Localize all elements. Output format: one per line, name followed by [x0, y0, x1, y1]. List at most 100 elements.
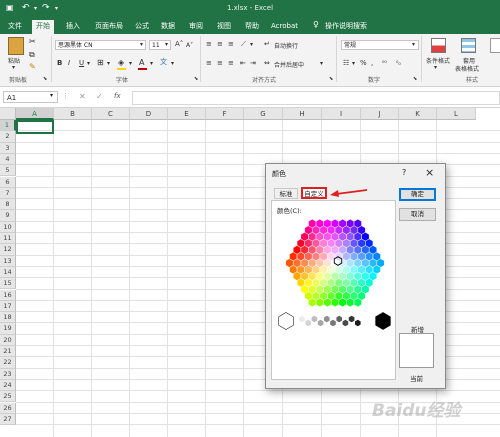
middle-align-icon[interactable]: ≡	[217, 40, 223, 49]
increase-font-size-icon[interactable]: A˄	[175, 40, 183, 49]
row-header-10[interactable]: 10	[0, 221, 16, 233]
increase-decimal-icon[interactable]: ⁰⁰	[382, 59, 387, 68]
borders-dropdown-icon[interactable]: ▾	[107, 60, 110, 67]
tab-formulas[interactable]: 公式	[131, 20, 153, 34]
wrap-text-icon[interactable]: ↵	[264, 40, 270, 49]
conditional-format-dropdown-icon[interactable]: ▾	[434, 64, 437, 71]
color-honeycomb[interactable]	[277, 215, 393, 311]
phonetic-dropdown-icon[interactable]: ▾	[171, 60, 174, 67]
column-header-b[interactable]: B	[54, 108, 92, 120]
format-as-table-button-line2[interactable]: 表格格式	[455, 64, 479, 73]
row-header-17[interactable]: 17	[0, 300, 16, 313]
row-header-21[interactable]: 21	[0, 346, 16, 358]
row-header-4[interactable]: 4	[0, 153, 16, 166]
fill-color-dropdown-icon[interactable]: ▾	[129, 60, 132, 67]
gray-swatch[interactable]	[310, 315, 318, 323]
name-box-dropdown-icon[interactable]: ▾	[50, 92, 53, 99]
tab-help[interactable]: 帮助	[241, 20, 263, 34]
column-header-l[interactable]: L	[437, 108, 476, 120]
row-header-26[interactable]: 26	[0, 402, 16, 414]
merge-dropdown-icon[interactable]: ▾	[320, 60, 323, 67]
column-header-a[interactable]: A	[16, 108, 54, 120]
gray-swatch[interactable]	[298, 315, 306, 323]
column-header-e[interactable]: E	[168, 108, 206, 120]
gray-swatch[interactable]	[323, 315, 331, 323]
column-header-k[interactable]: K	[399, 108, 437, 120]
row-header-20[interactable]: 20	[0, 334, 16, 346]
gray-swatch[interactable]	[335, 315, 343, 323]
tab-review[interactable]: 审阅	[185, 20, 207, 34]
font-launcher-icon[interactable]: ⬊	[194, 76, 198, 82]
row-header-1[interactable]: 1	[0, 120, 16, 132]
conditional-format-icon[interactable]	[431, 38, 446, 53]
help-button[interactable]: ?	[402, 168, 406, 177]
gray-swatch[interactable]	[317, 319, 325, 327]
bold-icon[interactable]: B	[57, 59, 62, 68]
number-format-combo[interactable]: 常规	[341, 40, 419, 50]
formula-input[interactable]	[132, 91, 500, 105]
percent-icon[interactable]: %	[360, 59, 367, 68]
row-header-9[interactable]: 9	[0, 210, 16, 222]
accounting-format-icon[interactable]: ☷	[343, 59, 349, 68]
cancel-button[interactable]: 取消	[399, 208, 436, 221]
clipboard-launcher-icon[interactable]: ⬊	[43, 76, 47, 82]
decrease-decimal-icon[interactable]: ⁰₀	[396, 59, 401, 68]
tab-data[interactable]: 数据	[157, 20, 179, 34]
tab-acrobat[interactable]: Acrobat	[267, 20, 302, 34]
font-name-dropdown-icon[interactable]: ▾	[140, 41, 143, 48]
cancel-icon[interactable]: ✕	[79, 92, 86, 101]
row-header-24[interactable]: 24	[0, 379, 16, 392]
italic-icon[interactable]: I	[68, 59, 70, 68]
row-header-15[interactable]: 15	[0, 278, 16, 290]
center-icon[interactable]: ≡	[217, 59, 223, 68]
decrease-font-size-icon[interactable]: A˅	[186, 41, 193, 50]
merge-center-button[interactable]: 合并后居中	[274, 60, 304, 69]
tab-standard[interactable]: 标准	[274, 188, 298, 199]
insert-function-button[interactable]: fx	[114, 92, 121, 100]
row-header-3[interactable]: 3	[0, 142, 16, 154]
underline-icon[interactable]: U	[79, 59, 84, 68]
row-header-18[interactable]: 18	[0, 312, 16, 324]
column-header-j[interactable]: J	[361, 108, 399, 120]
select-all-button[interactable]	[0, 108, 16, 120]
borders-icon[interactable]: ⊞	[97, 58, 104, 67]
options-icon[interactable]: ⋮	[62, 92, 69, 100]
column-header-c[interactable]: C	[92, 108, 130, 120]
white-swatch[interactable]	[278, 312, 294, 330]
orientation-icon[interactable]: ⟋	[241, 40, 246, 49]
comma-style-icon[interactable]: ,	[371, 59, 373, 68]
tab-file[interactable]: 文件	[4, 20, 26, 34]
number-launcher-icon[interactable]: ⬊	[413, 76, 417, 82]
row-header-5[interactable]: 5	[0, 165, 16, 177]
ok-button[interactable]: 确定	[399, 188, 436, 201]
active-cell-a1[interactable]	[16, 120, 54, 134]
align-right-icon[interactable]: ≡	[228, 59, 234, 68]
row-header-16[interactable]: 16	[0, 289, 16, 301]
gray-swatch[interactable]	[354, 319, 362, 327]
merge-center-icon[interactable]: ⇔	[264, 59, 270, 68]
wrap-text-button[interactable]: 自动换行	[274, 41, 298, 50]
phonetic-guide-icon[interactable]: 文	[160, 58, 167, 67]
tab-page-layout[interactable]: 页面布局	[91, 20, 127, 34]
column-header-g[interactable]: G	[244, 108, 283, 120]
bottom-align-icon[interactable]: ≡	[228, 40, 234, 49]
row-header-6[interactable]: 6	[0, 176, 16, 188]
format-as-table-icon[interactable]	[461, 38, 476, 53]
close-button[interactable]: ×	[425, 166, 434, 179]
top-align-icon[interactable]: ≡	[206, 40, 212, 49]
black-swatch[interactable]	[375, 312, 391, 330]
cell-styles-icon[interactable]	[490, 38, 500, 53]
fill-color-icon[interactable]: ◈	[118, 58, 124, 67]
column-header-f[interactable]: F	[206, 108, 244, 120]
copy-icon[interactable]: ⧉	[29, 50, 35, 59]
column-header-i[interactable]: I	[322, 108, 361, 120]
row-header-8[interactable]: 8	[0, 199, 16, 211]
column-header-h[interactable]: H	[283, 108, 322, 120]
row-header-27[interactable]: 27	[0, 413, 16, 426]
enter-icon[interactable]: ✓	[96, 92, 103, 101]
row-header-25[interactable]: 25	[0, 391, 16, 403]
underline-dropdown-icon[interactable]: ▾	[87, 60, 90, 67]
row-header-13[interactable]: 13	[0, 255, 16, 267]
decrease-indent-icon[interactable]: ⇤	[240, 59, 246, 68]
number-format-dropdown-icon[interactable]: ▾	[412, 41, 415, 48]
